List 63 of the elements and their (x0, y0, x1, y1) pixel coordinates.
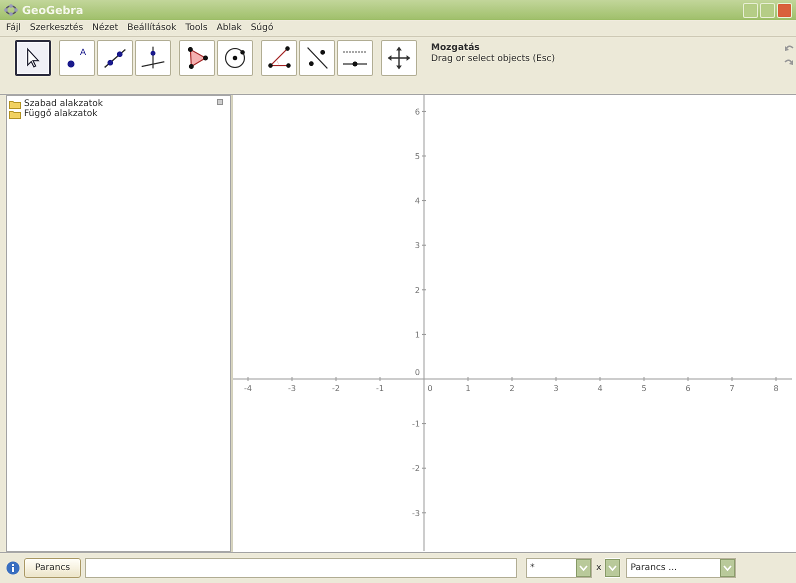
undo-icon[interactable] (784, 44, 794, 54)
command-button[interactable]: Parancs (24, 558, 82, 578)
axis-label: 5 (414, 152, 420, 161)
tool-description: Drag or select objects (Esc) (431, 54, 556, 64)
axis-label: -2 (332, 384, 340, 393)
tool-button[interactable] (381, 40, 417, 76)
input-field[interactable] (85, 558, 518, 578)
axis-label: -3 (288, 384, 296, 393)
close-icon[interactable] (217, 99, 223, 105)
tool-button[interactable] (299, 40, 335, 76)
slider-icon (342, 50, 368, 66)
window-title: GeoGebra (22, 4, 84, 16)
caret-icon[interactable] (720, 559, 736, 577)
redo-icon[interactable] (784, 58, 794, 68)
tool-button[interactable] (97, 40, 133, 76)
axis-label: 6 (414, 107, 420, 116)
point-label: A (80, 47, 86, 57)
axis-label: -1 (412, 420, 420, 429)
command-dropdown[interactable]: Parancs ... (626, 558, 736, 578)
tree-item[interactable]: Szabad alakzatok (24, 99, 103, 109)
menu-item[interactable]: Tools (185, 23, 208, 33)
folder-icon (9, 110, 21, 118)
axis-label: 0 (414, 368, 420, 377)
axis-label: 2 (509, 384, 515, 393)
menu-item[interactable]: Nézet (92, 23, 118, 33)
menu-item[interactable]: Ablak (216, 23, 242, 33)
axis-label: 7 (729, 384, 735, 393)
folder-icon (9, 100, 21, 108)
app-logo-icon (4, 3, 18, 17)
caret-icon[interactable] (576, 559, 592, 577)
axis-label: -4 (244, 384, 252, 393)
point-icon (67, 60, 75, 68)
axis-label: 1 (465, 384, 471, 393)
axis-label: 4 (597, 384, 603, 393)
close-button[interactable] (777, 2, 792, 18)
tool-button[interactable] (337, 40, 373, 76)
tool-button[interactable] (261, 40, 297, 76)
axis-label: -1 (376, 384, 384, 393)
tool-button[interactable] (217, 40, 253, 76)
tool-button[interactable] (135, 40, 171, 76)
tool-name: Mozgatás (431, 43, 481, 53)
tree-item[interactable]: Függő alakzatok (24, 109, 98, 119)
axis-label: 4 (414, 196, 420, 206)
menu-item[interactable]: Szerkesztés (30, 23, 84, 33)
symbol-dropdown[interactable]: * (526, 558, 592, 578)
axis-label: 3 (414, 241, 420, 250)
axis-label: 3 (553, 384, 559, 393)
axis-label: 8 (773, 384, 779, 393)
axis-label: 6 (685, 384, 691, 393)
menu-item[interactable]: Súgó (250, 23, 274, 33)
tool-button[interactable] (179, 40, 215, 76)
axis-label: 2 (414, 286, 420, 295)
tool-button[interactable]: A (59, 40, 95, 76)
axis-label: 1 (414, 330, 420, 340)
axis-label: 0 (427, 384, 433, 393)
menu-item[interactable]: Fájl (6, 23, 21, 33)
menu-item[interactable]: Beállítások (127, 23, 176, 33)
tool-button[interactable] (15, 40, 51, 76)
variable-label: x (596, 563, 602, 573)
axis-label: -2 (412, 464, 420, 474)
axis-label: 5 (641, 384, 647, 393)
info-icon[interactable] (6, 561, 20, 575)
axis-label: -3 (412, 508, 420, 518)
